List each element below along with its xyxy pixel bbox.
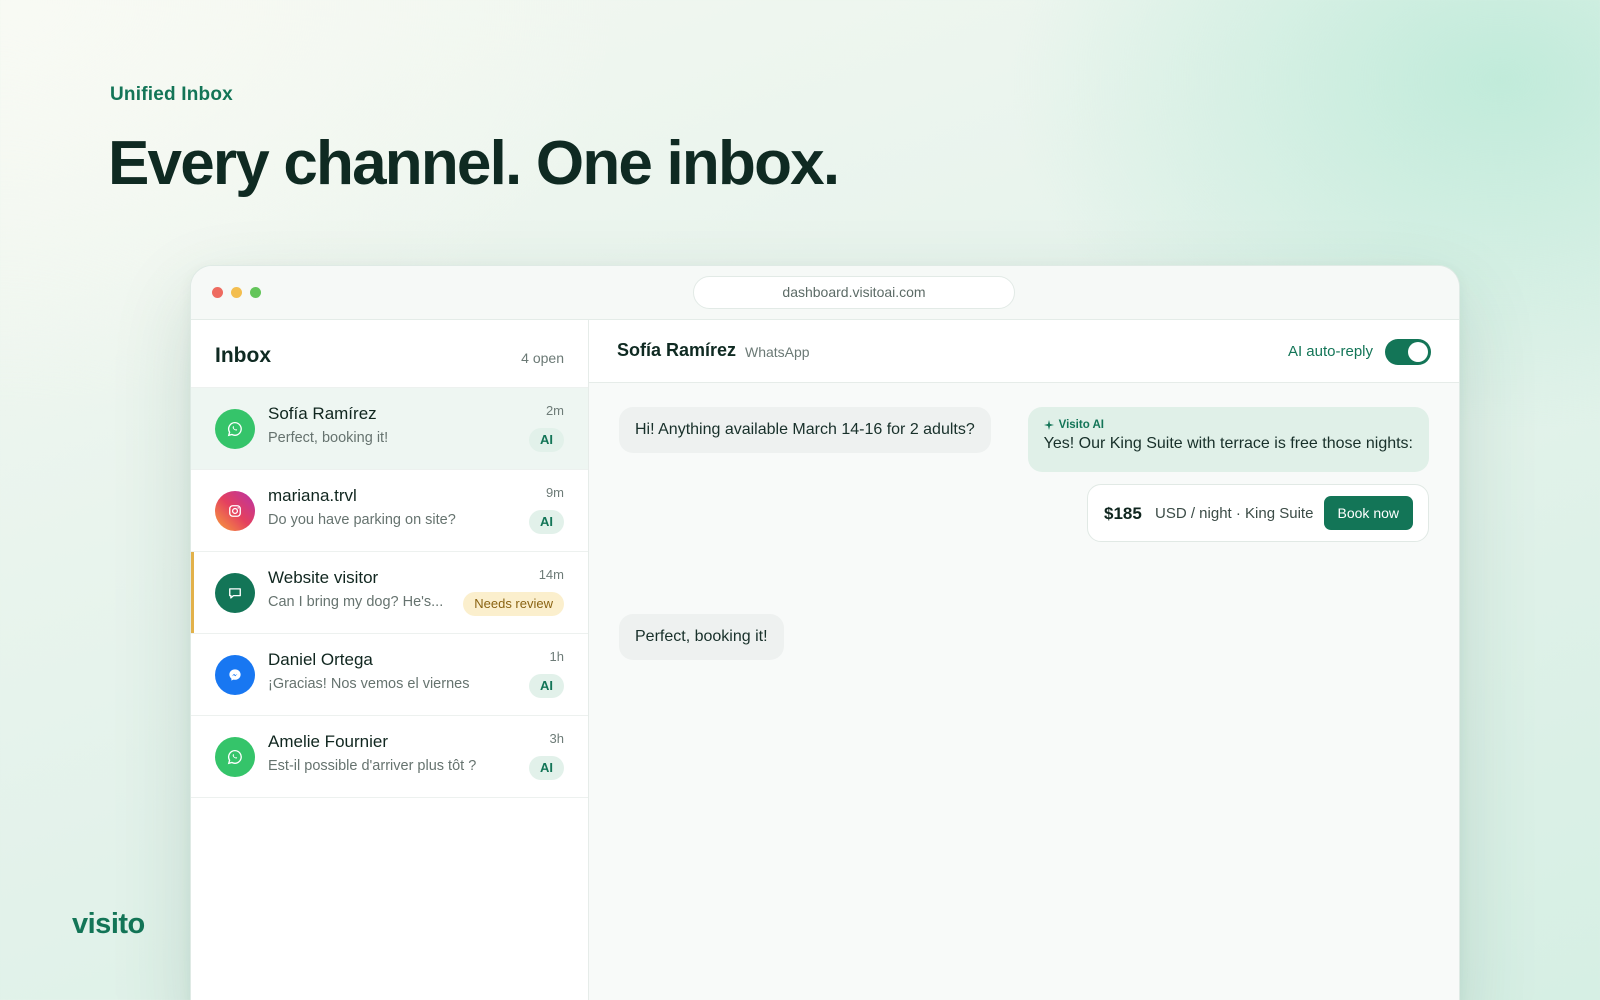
ai-tag-label: Visito AI (1058, 419, 1104, 431)
contact-name: Sofía Ramírez (617, 340, 737, 360)
conversation-preview: Perfect, booking it! (268, 430, 389, 446)
chat-icon (215, 573, 255, 613)
conversation-name: Daniel Ortega (268, 650, 373, 669)
chat-panel: Sofía Ramírez WhatsApp AI auto-reply Hi!… (589, 320, 1459, 1000)
browser-titlebar: dashboard.visitoai.com (191, 266, 1459, 320)
chat-header: Sofía Ramírez WhatsApp AI auto-reply (589, 320, 1459, 383)
conversation-name: Website visitor (268, 568, 379, 587)
address-bar[interactable]: dashboard.visitoai.com (693, 276, 1015, 309)
needs-review-badge: Needs review (463, 592, 564, 616)
ai-badge: AI (529, 756, 564, 780)
guest-message: Hi! Anything available March 14-16 for 2… (619, 407, 991, 453)
conversation-name: Sofía Ramírez (268, 404, 377, 423)
app-window: dashboard.visitoai.com Inbox 4 open Sofí… (190, 265, 1460, 1000)
conversation-preview: Do you have parking on site? (268, 512, 456, 528)
toggle-knob (1408, 342, 1428, 362)
close-dot[interactable] (212, 287, 223, 298)
ai-badge: AI (529, 674, 564, 698)
conversation-item[interactable]: mariana.trvl Do you have parking on site… (191, 470, 588, 552)
ai-reply-message: Visito AI Yes! Our King Suite with terra… (1027, 407, 1429, 472)
guest-message: Perfect, booking it! (619, 614, 784, 660)
offer-card: $185 USD / night · King Suite Book now (1087, 484, 1429, 542)
conversation-preview: Can I bring my dog? He's... (268, 594, 444, 610)
inbox-sidebar: Inbox 4 open Sofía Ramírez Perfect, book… (191, 320, 589, 1000)
conversation-name: Amelie Fournier (268, 732, 388, 751)
ai-reply-text: Yes! Our King Suite with terrace is free… (1043, 435, 1413, 452)
conversation-time: 1h (549, 649, 564, 664)
window-controls (212, 287, 261, 298)
maximize-dot[interactable] (250, 287, 261, 298)
ai-badge: AI (529, 428, 564, 452)
inbox-title: Inbox (215, 344, 271, 367)
conversation-item[interactable]: Sofía Ramírez Perfect, booking it! 2m AI (191, 388, 588, 470)
eyebrow-label: Unified Inbox (110, 84, 233, 105)
whatsapp-icon (215, 737, 255, 777)
ai-autoreply-toggle[interactable] (1385, 339, 1431, 365)
ai-autoreply-label: AI auto-reply (1287, 343, 1373, 360)
brand-logo: visito (72, 908, 145, 940)
ai-tag: Visito AI (1043, 419, 1413, 431)
headline: Every channel. One inbox. (108, 129, 840, 198)
conversation-preview: Est-il possible d'arriver plus tôt ? (268, 758, 477, 774)
sparkle-icon (1043, 420, 1054, 430)
ai-badge: AI (529, 510, 564, 534)
conversation-time: 2m (545, 403, 564, 418)
conversation-item[interactable]: Website visitor Can I bring my dog? He's… (191, 552, 588, 634)
conversation-name: mariana.trvl (268, 486, 357, 505)
book-now-button[interactable]: Book now (1323, 496, 1413, 530)
conversation-time: 9m (545, 485, 564, 500)
conversation-time: 14m (538, 567, 564, 582)
instagram-icon (215, 491, 255, 531)
conversation-preview: ¡Gracias! Nos vemos el viernes (268, 676, 470, 692)
inbox-header: Inbox 4 open (191, 320, 588, 388)
open-count: 4 open (521, 350, 564, 366)
conversation-item[interactable]: Daniel Ortega ¡Gracias! Nos vemos el vie… (191, 634, 588, 716)
offer-price: $185 (1104, 504, 1142, 523)
whatsapp-icon (215, 409, 255, 449)
conversation-item[interactable]: Amelie Fournier Est-il possible d'arrive… (191, 716, 588, 798)
messenger-icon (215, 655, 255, 695)
offer-detail: USD / night · King Suite (1155, 505, 1314, 522)
conversation-time: 3h (549, 731, 564, 746)
contact-channel: WhatsApp (745, 344, 810, 360)
minimize-dot[interactable] (231, 287, 242, 298)
